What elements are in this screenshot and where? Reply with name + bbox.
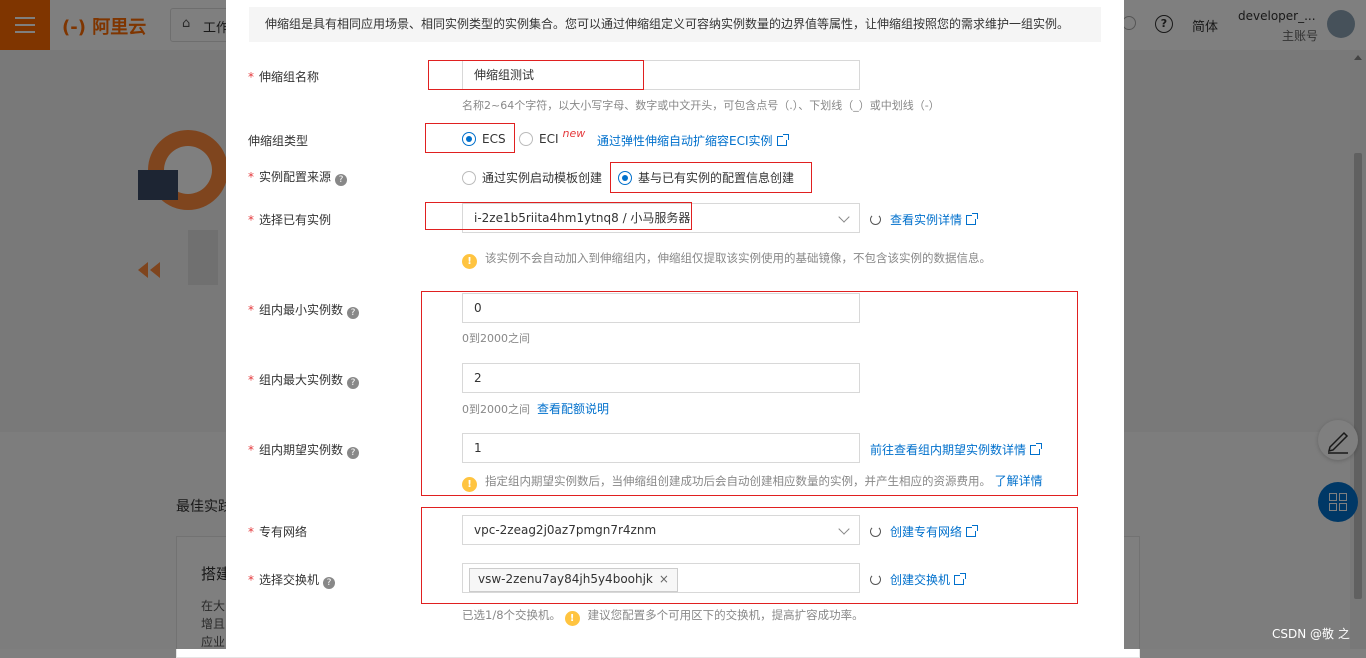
max-instances-input[interactable]: 2 [462, 363, 860, 393]
max-instances-label: * 组内最大实例数? [248, 371, 360, 389]
min-instances-label: * 组内最小实例数? [248, 301, 360, 319]
desired-instances-input[interactable]: 1 [462, 433, 860, 463]
chevron-down-icon [838, 211, 850, 223]
select-instance-label: * 选择已有实例 [248, 213, 332, 227]
min-instances-input[interactable]: 0 [462, 293, 860, 323]
intro-notice: 伸缩组是具有相同应用场景、相同实例类型的实例集合。您可以通过伸缩组定义可容纳实例… [249, 7, 1101, 42]
new-badge: new [562, 127, 586, 140]
desired-warning: ! 指定组内期望实例数后，当伸缩组创建成功后会自动创建相应数量的实例，并产生相应的… [462, 472, 1043, 492]
instance-warning: ! 该实例不会自动加入到伸缩组内，伸缩组仅提取该实例使用的基础镜像，不包含该实例的… [462, 250, 991, 269]
help-icon: ? [347, 377, 360, 389]
external-link-icon [1030, 443, 1043, 455]
group-name-label: * 伸缩组名称 [248, 70, 320, 84]
group-name-input[interactable]: 伸缩组测试 [462, 60, 860, 90]
instance-source-label: * 实例配置来源? [248, 168, 348, 186]
create-vpc-link[interactable]: 创建专有网络 [870, 523, 979, 540]
group-name-hint: 名称2~64个字符，以大小写字母、数字或中文开头，可包含点号（.）、下划线（_）… [462, 99, 940, 112]
close-icon[interactable]: × [659, 572, 669, 586]
learn-more-link[interactable]: 了解详情 [995, 474, 1043, 488]
create-vswitch-link[interactable]: 创建交换机 [870, 571, 967, 588]
max-instances-hint: 0到2000之间 查看配额说明 [462, 402, 610, 416]
radio-existing-instance[interactable]: 基与已有实例的配置信息创建 [618, 169, 794, 186]
external-link-icon [954, 573, 967, 585]
radio-launch-template[interactable]: 通过实例启动模板创建 [462, 169, 602, 186]
refresh-icon [870, 574, 881, 585]
view-instance-link[interactable]: 查看实例详情 [870, 211, 979, 228]
vpc-label: * 专有网络 [248, 525, 308, 539]
quota-link[interactable]: 查看配额说明 [537, 402, 609, 416]
external-link-icon [966, 525, 979, 537]
help-icon: ? [323, 577, 336, 589]
watermark: CSDN @敬 之 [1272, 627, 1350, 641]
radio-ecs[interactable]: ECS [462, 132, 506, 146]
refresh-icon [870, 526, 881, 537]
radio-eci[interactable]: ECI new [519, 127, 585, 146]
group-type-label: 伸缩组类型 [248, 134, 309, 148]
warning-icon: ! [462, 254, 477, 269]
warning-icon: ! [564, 611, 580, 626]
instance-select[interactable]: i-2ze1b5riita4hm1ytnq8 / 小马服务器 [462, 203, 860, 233]
help-icon: ? [335, 174, 348, 186]
desired-instances-label: * 组内期望实例数? [248, 441, 360, 459]
vswitch-tag: vsw-2zenu7ay84jh5y4boohjk × [469, 568, 678, 592]
help-icon: ? [347, 307, 360, 319]
refresh-icon [870, 214, 881, 225]
desired-instances-link[interactable]: 前往查看组内期望实例数详情 [870, 441, 1043, 458]
vswitch-select[interactable]: vsw-2zenu7ay84jh5y4boohjk × [462, 563, 860, 593]
external-link-icon [776, 134, 789, 146]
vswitch-hint: 已选1/8个交换机。 ! 建议您配置多个可用区下的交换机，提高扩容成功率。 [462, 608, 864, 626]
eci-autoscale-link[interactable]: 通过弹性伸缩自动扩缩容ECI实例 [597, 132, 789, 149]
help-icon: ? [347, 447, 360, 459]
min-instances-hint: 0到2000之间 [462, 332, 530, 345]
create-scaling-group-dialog: 伸缩组是具有相同应用场景、相同实例类型的实例集合。您可以通过伸缩组定义可容纳实例… [226, 0, 1124, 649]
vpc-select[interactable]: vpc-2zeag2j0az7pmgn7r4znm [462, 515, 860, 545]
vswitch-label: * 选择交换机? [248, 571, 336, 589]
external-link-icon [966, 213, 979, 225]
warning-icon: ! [462, 477, 477, 492]
chevron-down-icon [838, 523, 850, 535]
